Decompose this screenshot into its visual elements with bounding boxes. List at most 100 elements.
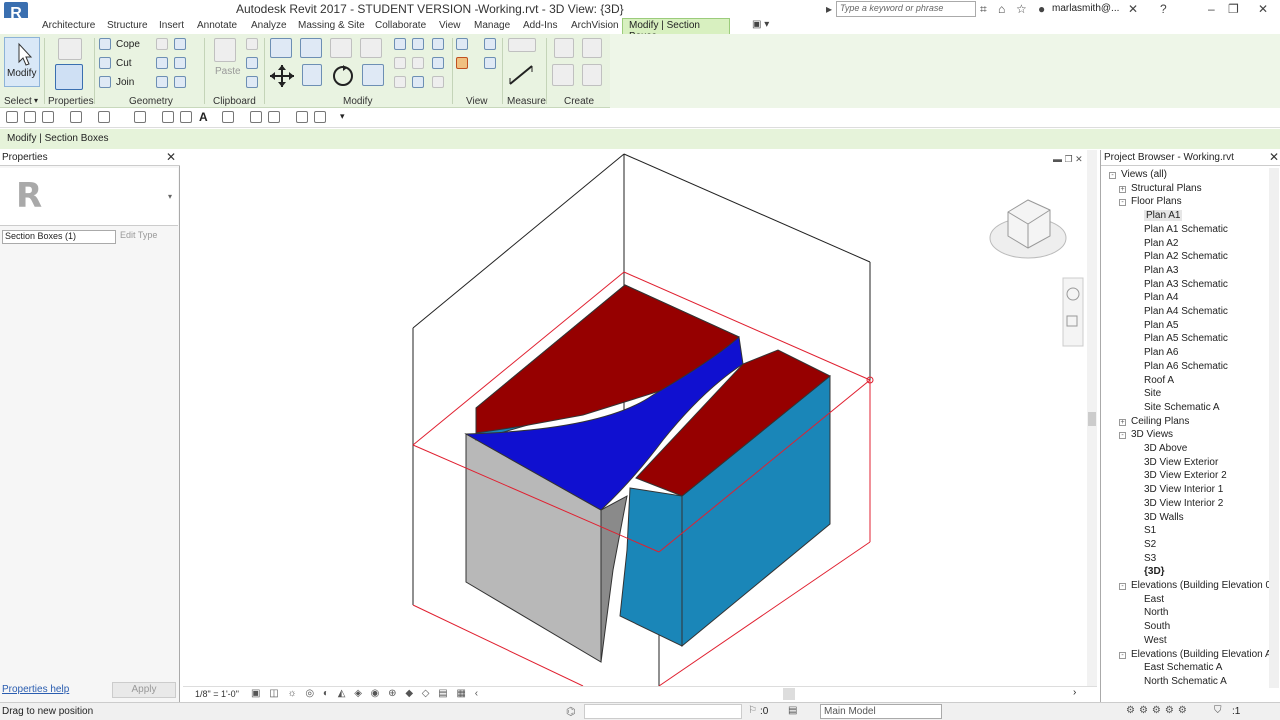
cope-icon[interactable]	[99, 38, 111, 50]
paste-icon[interactable]	[214, 38, 236, 62]
customize-qat-icon[interactable]: ▾	[340, 111, 345, 122]
pin-icon[interactable]	[432, 57, 444, 69]
dimension-icon[interactable]	[506, 62, 536, 86]
print-icon[interactable]	[134, 111, 146, 123]
browser-item[interactable]: Plan A1	[1144, 210, 1183, 222]
browser-item[interactable]: Plan A5 Schematic	[1144, 333, 1228, 344]
filter-icon[interactable]: ⛉	[1214, 705, 1222, 716]
tab-add-ins[interactable]: Add-Ins	[523, 20, 557, 31]
hide-bulb-icon[interactable]	[456, 38, 468, 50]
browser-item[interactable]: Plan A6	[1144, 347, 1178, 358]
star-icon[interactable]: ☆	[1016, 2, 1027, 16]
editable-only-icon[interactable]: ⚐	[748, 705, 757, 716]
blue-wall-front[interactable]	[619, 487, 683, 647]
browser-item[interactable]: North Schematic A	[1144, 676, 1227, 687]
browser-item[interactable]: Site	[1144, 388, 1161, 399]
viewport-window-controls[interactable]: ▬ ❐ ✕	[1053, 154, 1083, 164]
cut-button[interactable]: Cut	[116, 58, 132, 69]
offset-icon[interactable]	[300, 38, 322, 58]
trim-icon[interactable]	[412, 76, 424, 88]
save-icon[interactable]	[24, 111, 36, 123]
user-icon[interactable]: ●	[1038, 2, 1045, 16]
scale-icon[interactable]	[412, 57, 424, 69]
3d-scene[interactable]: ▬ ❐ ✕	[183, 150, 1097, 686]
tree-toggle-icon[interactable]: -	[1119, 651, 1126, 659]
browser-item[interactable]: East	[1144, 594, 1164, 605]
tab-structure[interactable]: Structure	[107, 20, 148, 31]
thin-lines-icon[interactable]	[268, 111, 280, 123]
help-icon[interactable]: ?	[1160, 2, 1167, 16]
minimize-icon[interactable]: –	[1208, 2, 1215, 16]
horizontal-scroll-thumb[interactable]	[783, 688, 795, 700]
tree-toggle-icon[interactable]: -	[1109, 172, 1116, 179]
geometry-tool-2-icon[interactable]	[174, 38, 186, 50]
browser-item[interactable]: 3D Above	[1144, 443, 1187, 454]
override-graphics-icon[interactable]	[484, 38, 496, 50]
browser-item[interactable]: Structural Plans	[1131, 183, 1202, 194]
section-icon[interactable]	[250, 111, 262, 123]
browser-item[interactable]: Plan A4 Schematic	[1144, 306, 1228, 317]
close-icon[interactable]: ✕	[166, 150, 176, 164]
browser-item[interactable]: Plan A2	[1144, 238, 1178, 249]
browser-item[interactable]: 3D View Interior 1	[1144, 484, 1223, 495]
close-icon[interactable]: ✕	[1269, 150, 1279, 164]
browser-item[interactable]: Plan A2 Schematic	[1144, 251, 1228, 262]
select-dropdown-icon[interactable]: ▾	[34, 96, 38, 105]
browser-item[interactable]: 3D Walls	[1144, 512, 1184, 523]
scroll-right-icon[interactable]: ›	[1073, 687, 1076, 698]
dimension-qat-icon[interactable]	[180, 111, 192, 123]
view-scale[interactable]: 1/8" = 1'-0"	[195, 689, 239, 699]
sync-icon[interactable]	[42, 111, 54, 123]
properties-icon[interactable]	[55, 64, 83, 90]
workset-select[interactable]	[584, 704, 742, 719]
apply-button[interactable]: Apply	[112, 682, 176, 698]
browser-item[interactable]: S3	[1144, 553, 1156, 564]
geometry-tool-1-icon[interactable]	[156, 38, 168, 50]
copy-icon[interactable]	[246, 57, 258, 69]
browser-item[interactable]: S2	[1144, 539, 1156, 550]
tab-view[interactable]: View	[439, 20, 461, 31]
browser-item[interactable]: 3D View Interior 2	[1144, 498, 1223, 509]
select-panel-label[interactable]: Select	[4, 96, 32, 107]
undo-icon[interactable]	[70, 111, 82, 123]
switch-windows-icon[interactable]	[314, 111, 326, 123]
maximize-icon[interactable]: ❐	[1228, 2, 1239, 16]
browser-item[interactable]: 3D View Exterior	[1144, 457, 1218, 468]
browser-item[interactable]: 3D View Exterior 2	[1144, 470, 1227, 481]
browser-item[interactable]: South	[1144, 621, 1170, 632]
tree-toggle-icon[interactable]: -	[1119, 583, 1126, 590]
match-properties-icon[interactable]	[246, 76, 258, 88]
browser-item[interactable]: Plan A3 Schematic	[1144, 279, 1228, 290]
close-hidden-windows-icon[interactable]	[296, 111, 308, 123]
measure-qat-icon[interactable]	[162, 111, 174, 123]
unpin-icon[interactable]	[394, 76, 406, 88]
browser-item[interactable]: Views (all)	[1121, 169, 1167, 180]
join-button[interactable]: Join	[116, 77, 134, 88]
search-arrow-icon[interactable]: ▸	[826, 2, 832, 16]
browser-item[interactable]: Elevations (Building Elevation A	[1131, 649, 1272, 660]
design-options-icon[interactable]: ▤	[788, 705, 797, 716]
design-option-select[interactable]: Main Model	[820, 704, 942, 719]
viewcube[interactable]	[989, 199, 1067, 259]
geometry-tool-6-icon[interactable]	[174, 76, 186, 88]
autodesk-a360-icon[interactable]: ✕	[1128, 2, 1138, 16]
tab-archvision[interactable]: ArchVision	[571, 20, 619, 31]
default-3d-view-icon[interactable]	[222, 111, 234, 123]
instance-filter-select[interactable]: Section Boxes (1)	[2, 230, 116, 244]
ribbon-options-icon[interactable]: ▣ ▾	[752, 19, 769, 30]
browser-item[interactable]: Roof A	[1144, 375, 1174, 386]
tab-analyze[interactable]: Analyze	[251, 20, 287, 31]
edit-type-button[interactable]: Edit Type	[120, 230, 157, 240]
geometry-tool-3-icon[interactable]	[156, 57, 168, 69]
tab-modify-section-boxes[interactable]: Modify | Section Boxes	[622, 18, 730, 42]
open-icon[interactable]	[6, 111, 18, 123]
browser-item[interactable]: S1	[1144, 525, 1156, 536]
copy-element-icon[interactable]	[302, 64, 322, 86]
delete-icon[interactable]	[432, 76, 444, 88]
user-account[interactable]: marlasmith@...	[1052, 3, 1119, 14]
array-icon[interactable]	[394, 57, 406, 69]
chevron-down-icon[interactable]: ▾	[168, 192, 172, 201]
tree-toggle-icon[interactable]: +	[1119, 418, 1126, 426]
viewport-scroll-thumb[interactable]	[1088, 412, 1096, 426]
create-group-icon[interactable]	[582, 38, 602, 58]
